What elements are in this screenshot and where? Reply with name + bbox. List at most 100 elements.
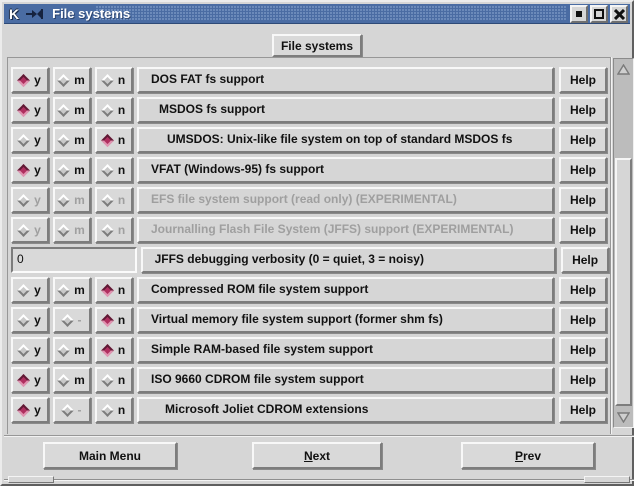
help-button[interactable]: Help xyxy=(559,157,607,183)
help-button[interactable]: Help xyxy=(559,367,607,393)
main-menu-button[interactable]: Main Menu xyxy=(43,442,177,469)
kde-app-icon[interactable]: K xyxy=(9,6,19,22)
toggle-y-button: y xyxy=(11,187,49,213)
radio-diamond-icon xyxy=(17,104,30,117)
toggle-m-button[interactable]: m xyxy=(53,367,91,393)
viewport-border xyxy=(7,57,8,434)
option-label-text: UMSDOS: Unix-like file system on top of … xyxy=(139,129,552,150)
help-button[interactable]: Help xyxy=(559,67,607,93)
option-row: ymn MSDOS fs support Help xyxy=(11,97,609,123)
toggle-y-button[interactable]: y xyxy=(11,277,49,303)
toggle-letter: y xyxy=(34,315,41,325)
toggle-n-button[interactable]: n xyxy=(95,157,133,183)
option-label-text: Compressed ROM file system support xyxy=(139,279,552,300)
toggle-n-button[interactable]: n xyxy=(95,127,133,153)
toggle-y-button[interactable]: y xyxy=(11,97,49,123)
help-button[interactable]: Help xyxy=(559,217,607,243)
radio-diamond-icon xyxy=(101,104,114,117)
close-button[interactable] xyxy=(610,5,628,23)
minimize-button[interactable] xyxy=(570,5,588,23)
help-button[interactable]: Help xyxy=(559,187,607,213)
toggle-letter: - xyxy=(78,315,82,325)
radio-diamond-icon xyxy=(101,74,114,87)
toggle-letter: m xyxy=(74,135,85,145)
toggle-n-button: n xyxy=(95,187,133,213)
maximize-button[interactable] xyxy=(590,5,608,23)
viewport-border xyxy=(611,57,612,434)
option-label-text: Journalling Flash File System (JFFS) sup… xyxy=(139,219,552,240)
option-row: ymnVFAT (Windows-95) fs supportHelp xyxy=(11,157,609,183)
option-label: Compressed ROM file system support xyxy=(137,277,554,303)
option-label-text: MSDOS fs support xyxy=(139,99,552,120)
option-row: y-nVirtual memory file system support (f… xyxy=(11,307,609,333)
toggle-letter: n xyxy=(118,345,125,355)
help-button[interactable]: Help xyxy=(559,277,607,303)
scrollbar-thumb[interactable] xyxy=(615,158,632,406)
toggle-letter: y xyxy=(34,375,41,385)
toggle-letter: n xyxy=(118,225,125,235)
prev-button[interactable]: Prev xyxy=(461,442,595,469)
toggle-letter: m xyxy=(74,285,85,295)
option-row: y mn UMSDOS: Unix-like file system on top … xyxy=(11,127,609,153)
toggle-m-button[interactable]: m xyxy=(53,157,91,183)
next-button[interactable]: Next xyxy=(252,442,382,469)
footer-divider xyxy=(4,436,634,437)
toggle-m-button[interactable]: m xyxy=(53,277,91,303)
radio-diamond-icon xyxy=(17,134,30,147)
toggle-n-button[interactable]: n xyxy=(95,277,133,303)
toggle-n-button[interactable]: n xyxy=(95,67,133,93)
help-button[interactable]: Help xyxy=(559,337,607,363)
help-button[interactable]: Help xyxy=(559,397,607,423)
sticky-pin-icon[interactable] xyxy=(26,8,44,20)
scroll-down-button[interactable] xyxy=(614,407,633,427)
toggle-m-button: - xyxy=(53,397,91,423)
help-button[interactable]: Help xyxy=(559,97,607,123)
radio-diamond-icon xyxy=(61,404,74,417)
jffs-verbosity-input[interactable]: 0 xyxy=(11,247,137,273)
toggle-n-button[interactable]: n xyxy=(95,97,133,123)
scroll-up-button[interactable] xyxy=(614,59,633,79)
toggle-y-button[interactable]: y xyxy=(11,367,49,393)
vertical-scrollbar[interactable] xyxy=(613,58,634,428)
toggle-m-button[interactable]: m xyxy=(53,127,91,153)
section-title-button[interactable]: File systems xyxy=(272,34,362,57)
window-title: File systems xyxy=(52,6,130,21)
toggle-letter: y xyxy=(34,405,41,415)
help-button[interactable]: Help xyxy=(561,247,609,273)
toggle-y-button[interactable]: y xyxy=(11,337,49,363)
radio-diamond-icon xyxy=(57,374,70,387)
resize-grip-right[interactable] xyxy=(584,476,630,483)
radio-diamond-icon xyxy=(57,164,70,177)
radio-diamond-icon xyxy=(57,104,70,117)
toggle-m-button[interactable]: m xyxy=(53,67,91,93)
toggle-n-button[interactable]: n xyxy=(95,337,133,363)
option-label: Journalling Flash File System (JFFS) sup… xyxy=(137,217,554,243)
toggle-y-button[interactable]: y xyxy=(11,67,49,93)
toggle-y-button[interactable]: y xyxy=(11,397,49,423)
toggle-n-button[interactable]: n xyxy=(95,367,133,393)
toggle-m-button[interactable]: m xyxy=(53,337,91,363)
toggle-letter: m xyxy=(74,195,85,205)
option-label-text: Simple RAM-based file system support xyxy=(139,339,552,360)
option-label-text: EFS file system support (read only) (EXP… xyxy=(139,189,552,210)
toggle-y-button[interactable]: y xyxy=(11,127,49,153)
toggle-n-button[interactable]: n xyxy=(95,307,133,333)
radio-diamond-icon xyxy=(101,404,114,417)
help-button[interactable]: Help xyxy=(559,307,607,333)
toggle-letter: n xyxy=(118,195,125,205)
toggle-letter: m xyxy=(74,75,85,85)
toggle-y-button: y xyxy=(11,217,49,243)
help-button[interactable]: Help xyxy=(559,127,607,153)
resize-grip-left[interactable] xyxy=(8,476,54,483)
toggle-letter: n xyxy=(118,375,125,385)
options-list: ymnDOS FAT fs supportHelpymnMSDOS fs sup… xyxy=(11,67,609,427)
toggle-m-button[interactable]: m xyxy=(53,97,91,123)
toggle-letter: m xyxy=(74,165,85,175)
option-label: DOS FAT fs support xyxy=(137,67,554,93)
titlebar[interactable]: K File systems xyxy=(4,4,630,24)
option-label-text: ISO 9660 CDROM file system support xyxy=(139,369,552,390)
toggle-y-button[interactable]: y xyxy=(11,157,49,183)
toggle-y-button[interactable]: y xyxy=(11,307,49,333)
toggle-n-button[interactable]: n xyxy=(95,397,133,423)
radio-diamond-icon xyxy=(17,284,30,297)
